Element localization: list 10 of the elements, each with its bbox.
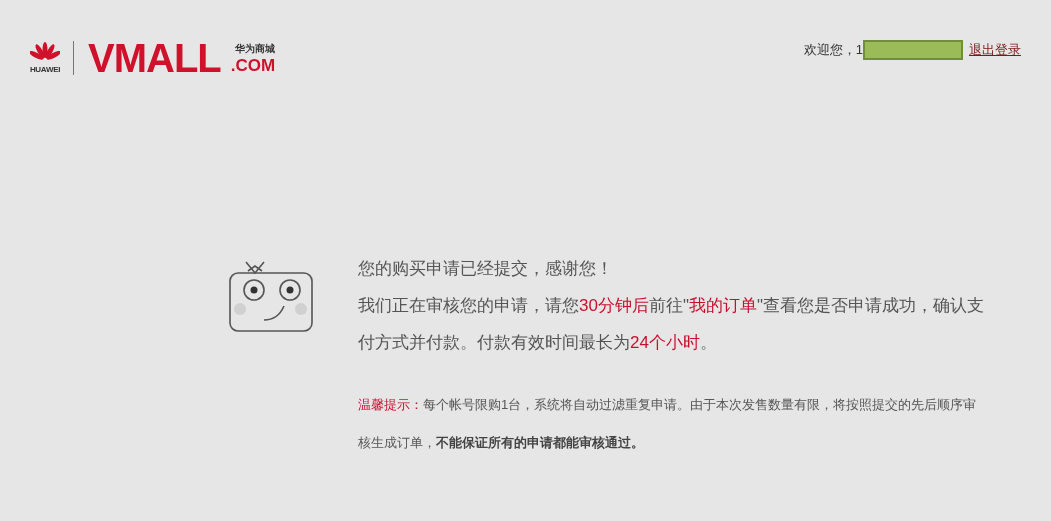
brand-name: HUAWEI bbox=[29, 65, 61, 74]
success-title: 您的购买申请已经提交，感谢您！ bbox=[358, 258, 614, 280]
logo-text: VMALL bbox=[88, 38, 221, 78]
welcome-text: 欢迎您，1 bbox=[803, 41, 863, 59]
logo-tagline: 华为商城 bbox=[234, 42, 275, 56]
logo-suffix: .COM bbox=[230, 57, 276, 74]
smiley-tv-icon bbox=[226, 260, 314, 334]
status-message: 我们正在审核您的申请，请您30分钟后前往"我的订单"查看您是否申请成功，确认支付方式并付款。付款有效时间最长为24个小时。 bbox=[358, 295, 985, 354]
logout-link[interactable]: 退出登录 bbox=[969, 41, 1021, 59]
tip-text: 温馨提示：每个帐号限购1台，系统将自动过滤重复申请。由于本次发售数量有限，将按照提交的先后顺序审核生成订单，不能保证所有的申请都能审核通过。 bbox=[358, 396, 978, 452]
